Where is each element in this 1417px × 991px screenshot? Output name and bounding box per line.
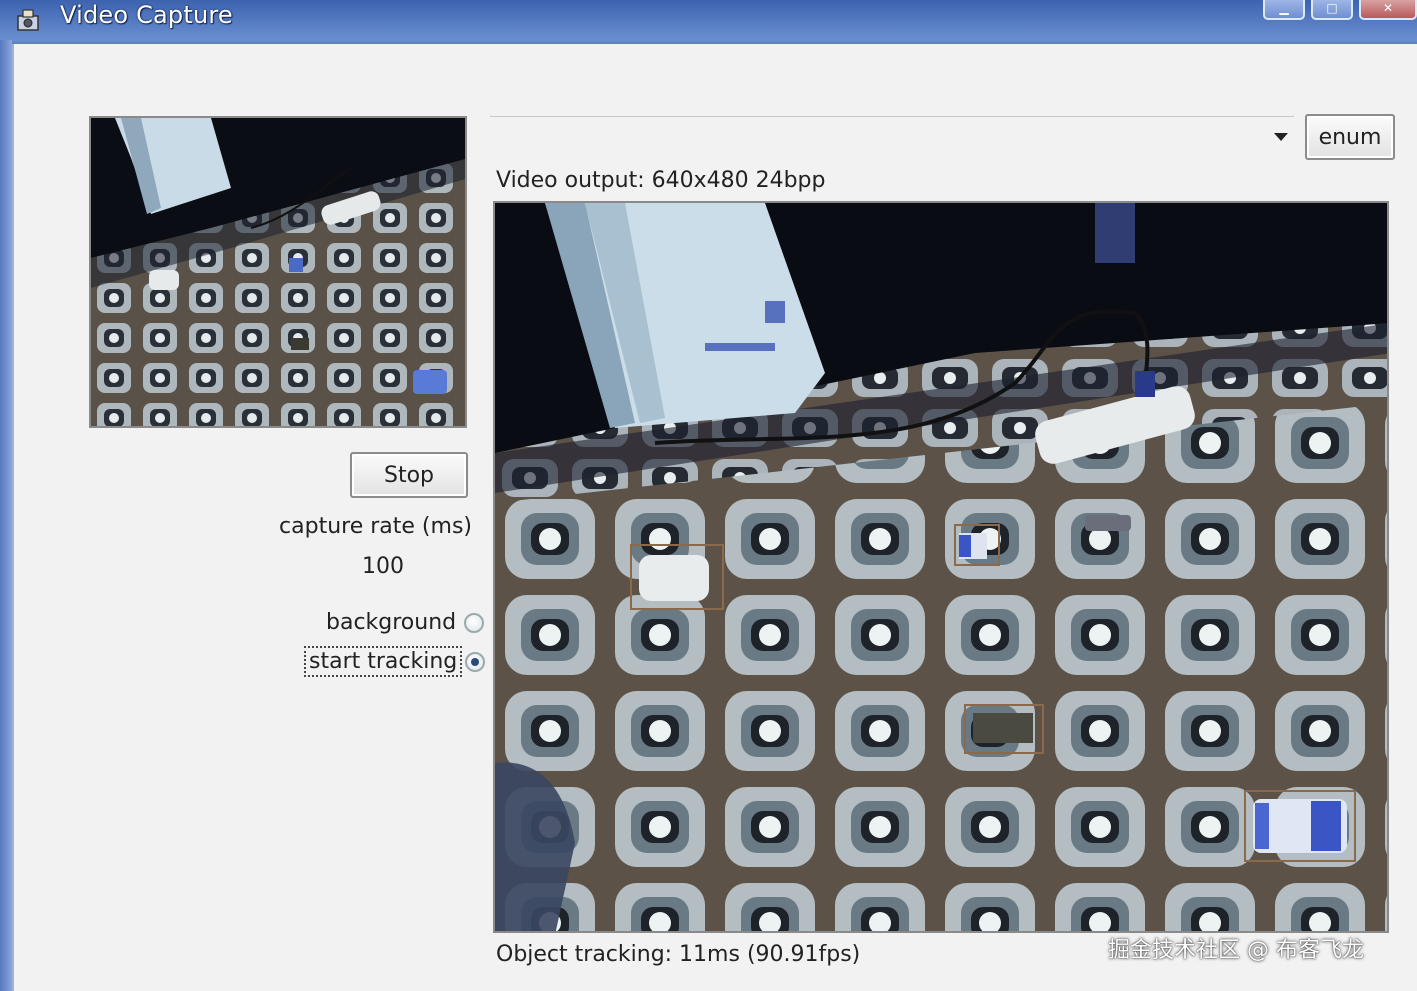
capture-rate-label: capture rate (ms) (279, 514, 472, 539)
window-title: Video Capture (60, 1, 233, 29)
background-preview (89, 116, 467, 428)
enum-button[interactable]: enum (1305, 114, 1395, 160)
chevron-down-icon[interactable] (1274, 133, 1288, 141)
background-preview-image (91, 118, 465, 426)
maximize-icon: □ (1326, 1, 1338, 15)
device-select[interactable] (490, 116, 1294, 161)
minimize-icon: ▁ (1279, 1, 1289, 15)
start-tracking-radio-label: start tracking (303, 646, 463, 677)
stop-button[interactable]: Stop (350, 452, 468, 498)
close-icon: ✕ (1382, 1, 1394, 15)
minimize-button[interactable]: ▁ (1263, 0, 1305, 20)
close-button[interactable]: ✕ (1359, 0, 1417, 20)
video-output-view (493, 201, 1389, 933)
capture-rate-input[interactable] (348, 548, 474, 584)
background-radio[interactable] (464, 612, 485, 633)
video-output-label: Video output: 640x480 24bpp (496, 168, 826, 193)
client-area: Stop capture rate (ms) background start … (12, 44, 1417, 991)
watermark-text: 掘金技术社区 @ 布客飞龙 (1108, 938, 1364, 963)
background-radio-row[interactable]: background (324, 610, 485, 635)
object-tracking-status: Object tracking: 11ms (90.91fps) (496, 942, 861, 967)
maximize-button[interactable]: □ (1311, 0, 1353, 20)
window-frame-left (0, 40, 12, 991)
window-controls: ▁ □ ✕ (1257, 0, 1417, 20)
background-radio-label: background (326, 610, 457, 635)
start-tracking-radio[interactable] (465, 651, 486, 672)
app-icon (17, 9, 39, 31)
app-window: Video Capture ▁ □ ✕ Stop capture rate (m… (0, 0, 1417, 991)
start-tracking-radio-row[interactable]: start tracking (303, 646, 486, 677)
video-frame (495, 203, 1387, 931)
title-bar[interactable]: Video Capture ▁ □ ✕ (0, 0, 1417, 40)
